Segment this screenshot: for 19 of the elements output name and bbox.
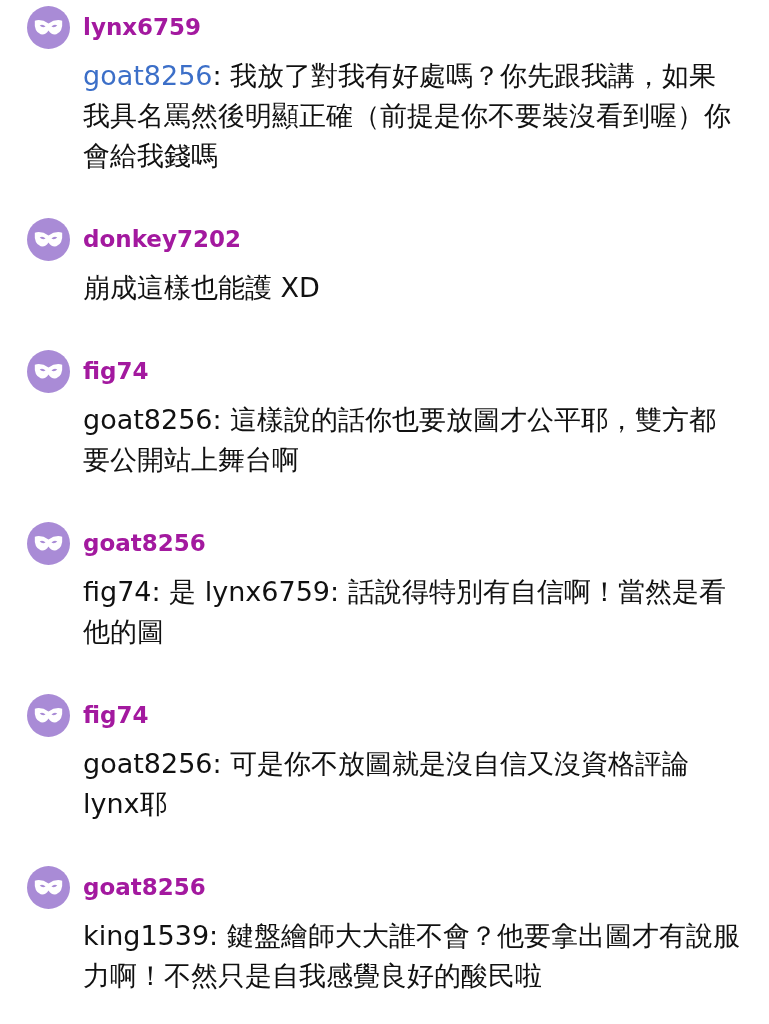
comment-text: fig74: 是 lynx6759: 話說得特別有自信啊！當然是看他的圖: [83, 575, 727, 649]
username[interactable]: fig74: [83, 702, 149, 728]
avatar-mask-icon: [27, 521, 70, 565]
username[interactable]: donkey7202: [83, 226, 241, 252]
avatar-mask-icon: [27, 217, 70, 261]
comment-text: goat8256: 我放了對我有好處嗎？你先跟我講，如果我具名罵然後明顯正確（前提是你不要裝沒看到喔）你會給我錢嗎: [83, 59, 732, 173]
avatar-mask-icon: [27, 693, 70, 737]
comment-text: goat8256: 這樣說的話你也要放圖才公平耶，雙方都要公開站上舞台啊: [83, 403, 718, 477]
mention-link[interactable]: goat8256: [83, 60, 213, 91]
username[interactable]: fig74: [83, 358, 149, 384]
avatar-mask-icon: [27, 865, 70, 909]
comment-text: goat8256: 可是你不放圖就是沒自信又沒資格評論 lynx耶: [83, 747, 691, 821]
avatar-mask-icon: [27, 5, 70, 49]
username[interactable]: goat8256: [83, 530, 206, 556]
comment-text: king1539: 鍵盤繪師大大誰不會？他要拿出圖才有說服力啊！不然只是自我感覺良好的酸民啦: [83, 919, 741, 993]
username[interactable]: lynx6759: [83, 14, 202, 40]
comment-text: 崩成這樣也能護 XD: [83, 271, 321, 305]
username[interactable]: goat8256: [83, 874, 206, 900]
avatar-mask-icon: [27, 349, 70, 393]
